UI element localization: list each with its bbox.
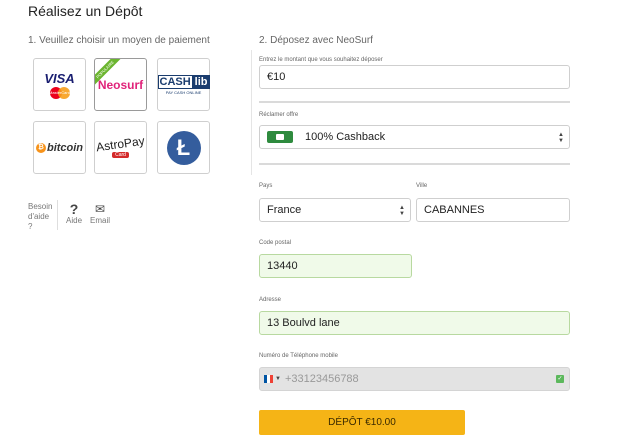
phone-input[interactable]: ▼ +33123456788 ✓: [259, 367, 570, 391]
amount-label: Entrez le montant que vous souhaitez dép…: [259, 57, 383, 63]
phone-label: Numéro de Téléphone mobile: [259, 353, 338, 359]
select-arrows-icon: ▲ ▼: [558, 132, 564, 144]
select-arrows-icon: ▲ ▼: [399, 205, 405, 217]
step-choose-payment: 1. Veuillez choisir un moyen de paiement: [28, 35, 210, 46]
country-label: Pays: [259, 183, 273, 189]
checkbox-icon[interactable]: ✓: [556, 375, 564, 383]
payment-card-astropay[interactable]: AstroPay Card: [94, 121, 147, 174]
help-need-text: Besoin d'aide ?: [28, 202, 53, 231]
help-email-link[interactable]: ✉ Email: [90, 202, 110, 225]
amount-input[interactable]: €10: [259, 65, 570, 89]
separator-2: [259, 163, 570, 165]
france-flag-icon[interactable]: [264, 375, 273, 383]
cashlib-logo: CASH: [157, 74, 193, 89]
address-input[interactable]: 13 Boulvd lane: [259, 311, 570, 335]
bitcoin-icon: ₿: [35, 142, 46, 153]
chevron-down-icon: ▼: [275, 376, 281, 382]
cashback-badge-icon: [267, 131, 293, 143]
litecoin-icon: Ł: [166, 130, 201, 165]
visa-logo: VISA: [44, 70, 75, 86]
help-separator: [57, 200, 58, 230]
deposit-button[interactable]: DÉPÔT €10.00: [259, 410, 465, 435]
postal-code-input[interactable]: 13440: [259, 254, 412, 278]
neosurf-logo: Neosurf: [97, 77, 144, 92]
postal-label: Code postal: [259, 240, 292, 246]
separator-1: [259, 101, 570, 103]
city-input[interactable]: CABANNES: [416, 198, 570, 222]
payment-card-cashlib[interactable]: CASH lib PAY CASH ONLINE: [157, 58, 210, 111]
page-title: Réalisez un Dépôt: [28, 3, 143, 19]
country-select[interactable]: France ▲ ▼: [259, 198, 411, 222]
offer-label: Réclamer offre: [259, 112, 299, 118]
help-aide-link[interactable]: ? Aide: [66, 202, 82, 225]
payment-card-neosurf[interactable]: POPULAIRE Neosurf: [94, 58, 147, 111]
city-label: Ville: [416, 183, 428, 189]
payment-card-visa[interactable]: VISA MasterCard: [33, 58, 86, 111]
question-icon: ?: [69, 201, 79, 217]
step-deposit-neosurf: 2. Déposez avec NeoSurf: [259, 35, 373, 46]
envelope-icon: ✉: [94, 202, 106, 216]
column-divider: [251, 50, 252, 175]
mastercard-logo: MasterCard: [48, 86, 72, 99]
payment-card-litecoin[interactable]: Ł: [157, 121, 210, 174]
address-label: Adresse: [259, 297, 282, 303]
offer-select[interactable]: 100% Cashback ▲ ▼: [259, 125, 570, 149]
payment-card-bitcoin[interactable]: ₿ bitcoin: [33, 121, 86, 174]
